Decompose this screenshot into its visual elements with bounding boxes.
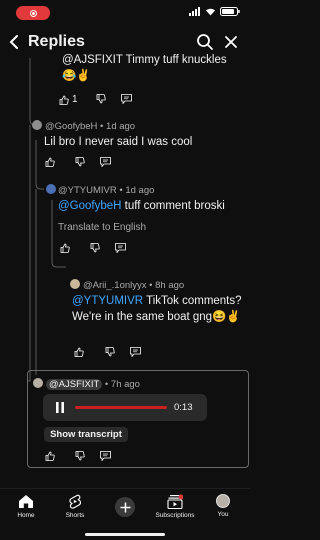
comment-meta: @GoofybeH • 1d ago xyxy=(45,121,136,132)
nav-shorts[interactable]: Shorts xyxy=(53,494,97,519)
comment-text: @AJSFIXIT Timmy tuff knuckles 😂✌️ xyxy=(62,54,227,82)
close-icon[interactable] xyxy=(222,33,240,51)
comment-meta: @YTYUMIVR • 1d ago xyxy=(58,185,155,196)
nav-label: Shorts xyxy=(65,512,85,519)
thumbs-down-icon[interactable] xyxy=(105,347,115,357)
comment-author[interactable]: @AJSFIXIT xyxy=(46,379,103,390)
status-icons xyxy=(189,7,240,16)
comment-time: 8h ago xyxy=(155,280,185,291)
screen-recording-indicator xyxy=(16,6,50,20)
thumbs-up-icon xyxy=(59,95,69,105)
status-bar xyxy=(0,0,250,28)
avatar[interactable] xyxy=(46,184,56,194)
nav-label: Home xyxy=(17,512,35,519)
comment-time: 1d ago xyxy=(106,121,136,132)
like-count: 1 xyxy=(72,94,78,105)
comment-text: Lil bro I never said I was cool xyxy=(44,136,193,148)
comment-meta: @Arii_.1onlyyx • 8h ago xyxy=(83,280,185,291)
mention-link[interactable]: @YTYUMIVR xyxy=(72,295,143,307)
comment-author[interactable]: @Arii_.1onlyyx xyxy=(83,280,147,291)
nav-home[interactable]: Home xyxy=(4,494,48,519)
home-icon xyxy=(19,495,33,508)
comment-author[interactable]: @GoofybeH xyxy=(45,121,97,132)
thumbs-up-icon[interactable] xyxy=(45,157,55,167)
reply-icon[interactable] xyxy=(115,243,126,253)
avatar xyxy=(216,494,230,508)
thumbs-up-icon[interactable] xyxy=(45,451,55,461)
wifi-icon xyxy=(206,8,215,16)
like-button[interactable]: 1 xyxy=(59,94,78,105)
back-arrow-icon[interactable] xyxy=(8,34,20,50)
signal-icon xyxy=(189,7,200,16)
create-icon xyxy=(120,502,130,512)
mention-link[interactable]: @GoofybeH xyxy=(58,200,121,212)
comment-body: tuff comment broski xyxy=(121,200,225,212)
nav-label: Subscriptions xyxy=(155,512,195,519)
search-icon[interactable] xyxy=(196,33,214,51)
create-button[interactable] xyxy=(115,497,135,517)
show-transcript-button[interactable]: Show transcript xyxy=(44,427,128,442)
home-indicator xyxy=(85,533,165,536)
nav-subscriptions[interactable]: Subscriptions xyxy=(153,494,197,519)
comment-text: @GoofybeH tuff comment broski xyxy=(58,198,248,214)
voice-progress-track[interactable] xyxy=(75,406,167,409)
voice-message-player[interactable]: 0:13 xyxy=(43,394,207,421)
thumbs-down-icon[interactable] xyxy=(75,157,85,167)
thumbs-down-icon[interactable] xyxy=(75,451,85,461)
comment-author[interactable]: @YTYUMIVR xyxy=(58,185,117,196)
voice-duration: 0:13 xyxy=(174,402,193,413)
thumbs-up-icon[interactable] xyxy=(74,347,84,357)
comment-time: 1d ago xyxy=(125,185,155,196)
reply-icon[interactable] xyxy=(130,347,141,357)
nav-you[interactable]: You xyxy=(201,494,245,518)
comment-meta: @AJSFIXIT • 7h ago xyxy=(46,379,140,390)
comment-time: 7h ago xyxy=(110,379,140,390)
avatar[interactable] xyxy=(32,120,42,130)
page-title: Replies xyxy=(28,33,85,50)
pause-icon[interactable] xyxy=(55,402,65,413)
battery-icon xyxy=(220,7,240,16)
subscriptions-icon xyxy=(167,494,183,509)
reply-icon[interactable] xyxy=(100,451,111,461)
comment-text: @YTYUMIVR TikTok comments? We're in the … xyxy=(72,293,244,325)
reply-icon[interactable] xyxy=(121,94,132,104)
nav-label: You xyxy=(217,511,229,518)
avatar[interactable] xyxy=(70,279,80,289)
reply-icon[interactable] xyxy=(100,157,111,167)
shorts-icon xyxy=(69,494,82,509)
thumbs-down-icon[interactable] xyxy=(90,243,100,253)
avatar[interactable] xyxy=(33,378,43,388)
translate-link[interactable]: Translate to English xyxy=(58,222,146,233)
thumbs-up-icon[interactable] xyxy=(60,243,70,253)
thumbs-down-icon[interactable] xyxy=(96,94,106,104)
